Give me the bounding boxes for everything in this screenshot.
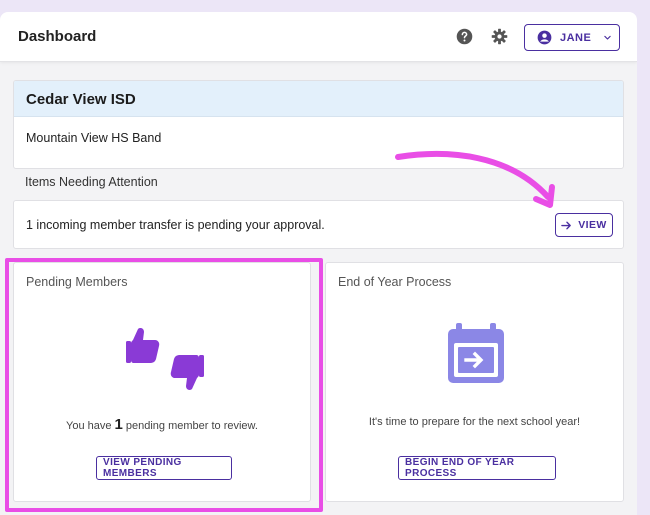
view-transfer-button[interactable]: VIEW: [555, 213, 613, 237]
arrow-right-icon: [561, 221, 572, 229]
begin-end-of-year-button[interactable]: BEGIN END OF YEAR PROCESS: [398, 456, 556, 480]
app-window: Dashboard JANE Cedar View ISD Mountain V…: [0, 12, 637, 515]
calendar-arrow-icon: [448, 323, 504, 383]
program-name: Mountain View HS Band: [26, 131, 162, 145]
organization-card: Cedar View ISD Mountain View HS Band: [13, 80, 624, 169]
user-menu-button[interactable]: JANE: [524, 24, 620, 51]
pending-members-title: Pending Members: [26, 275, 128, 289]
attention-message: 1 incoming member transfer is pending yo…: [26, 218, 325, 232]
end-of-year-card: End of Year Process It's time to prepare…: [325, 262, 624, 502]
chevron-down-icon: [604, 35, 612, 40]
pending-count: 1: [114, 416, 123, 433]
end-of-year-title: End of Year Process: [338, 275, 452, 289]
gear-icon[interactable]: [491, 28, 508, 45]
view-button-label: VIEW: [578, 219, 607, 231]
attention-section-label: Items Needing Attention: [25, 175, 158, 189]
page-title: Dashboard: [18, 28, 97, 45]
view-pending-members-button[interactable]: VIEW PENDING MEMBERS: [96, 456, 232, 480]
organization-name: Cedar View ISD: [14, 81, 623, 117]
help-circle-icon[interactable]: [456, 28, 473, 45]
thumbs-up-down-icon: [126, 328, 204, 390]
pending-text-after: pending member to review.: [125, 420, 258, 432]
pending-members-card: Pending Members You have 1 pending member …: [13, 262, 311, 502]
user-name: JANE: [560, 31, 592, 44]
pending-members-text: You have 1 pending member to review.: [14, 416, 310, 433]
account-circle-icon: [537, 30, 552, 45]
pending-text-before: You have: [66, 420, 112, 432]
top-bar: Dashboard JANE: [0, 12, 637, 62]
attention-card: 1 incoming member transfer is pending yo…: [13, 200, 624, 249]
end-of-year-text: It's time to prepare for the next school…: [368, 416, 581, 428]
